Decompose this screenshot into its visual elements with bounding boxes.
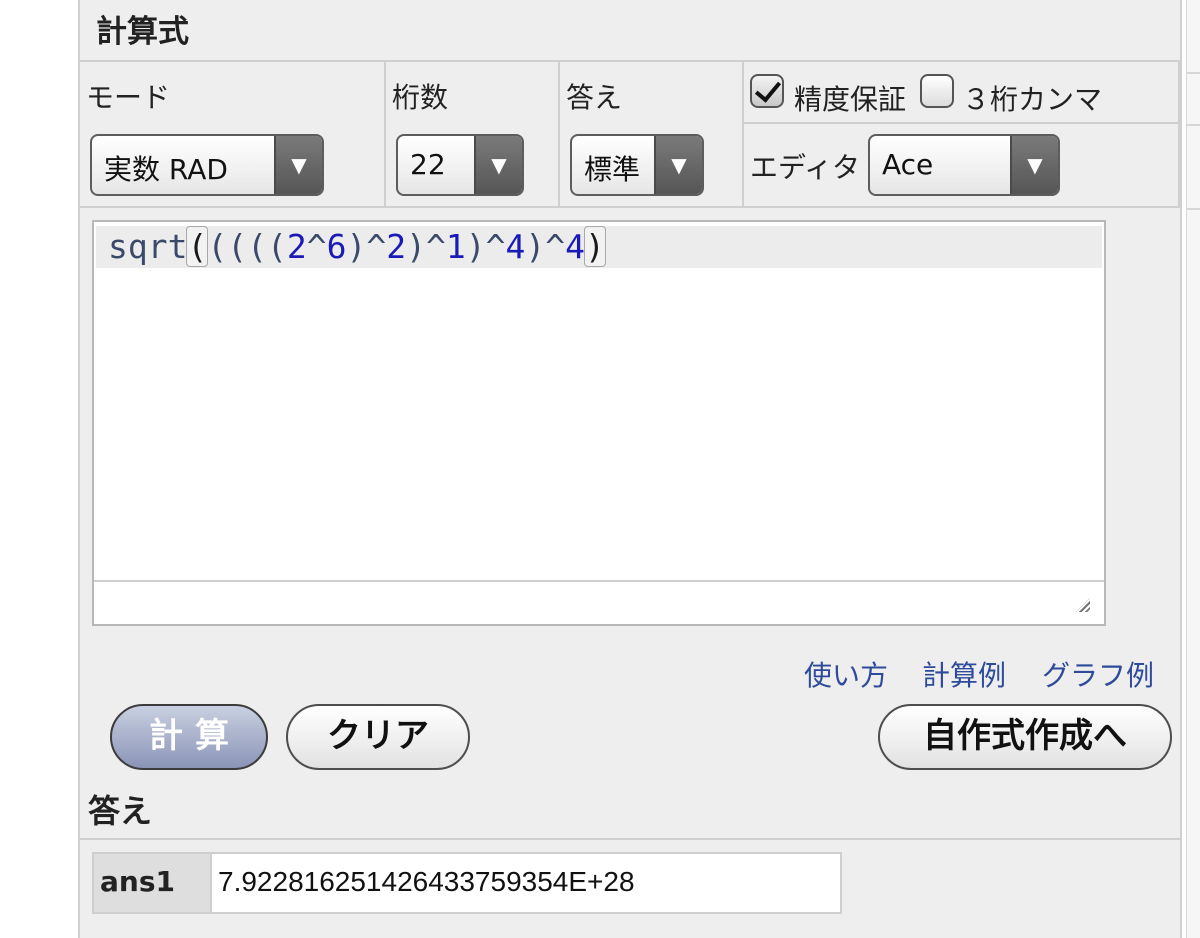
digits-cell: 桁数 22 ▼	[386, 62, 560, 208]
chevron-down-icon: ▼	[274, 136, 322, 194]
expression-token-num: 2	[286, 227, 307, 266]
resize-handle-icon[interactable]	[1076, 598, 1090, 612]
expression-token-op: ^	[306, 227, 327, 266]
calculator-panel: 計算式 モード 実数 RAD ▼ 桁数 22 ▼ 答え 標準 ▼ 精度保証 ３桁…	[78, 0, 1182, 938]
expression-token-op: )^	[465, 227, 506, 266]
mode-cell: モード 実数 RAD ▼	[80, 62, 386, 208]
chevron-down-icon: ▼	[474, 136, 522, 194]
expression-editor[interactable]: sqrt(((((2^6)^2)^1)^4)^4)	[92, 220, 1106, 626]
answer-divider	[80, 838, 1180, 840]
clear-button[interactable]: クリア	[286, 704, 470, 770]
calculate-button[interactable]: 計算	[110, 704, 268, 770]
custom-formula-button[interactable]: 自作式作成へ	[878, 704, 1172, 770]
editor-select-cell: エディタ Ace ▼	[744, 124, 1180, 208]
mode-label: モード	[86, 81, 171, 114]
digits-label: 桁数	[392, 81, 449, 114]
expression-token-bracket: )	[583, 226, 606, 267]
expression-token-num: 2	[386, 227, 407, 266]
expression-token-num: 6	[326, 227, 347, 266]
answer-title: 答え	[88, 792, 153, 830]
three-digit-comma-checkbox[interactable]	[920, 74, 954, 108]
editor-select-label: エディタ	[750, 151, 861, 184]
chevron-down-icon: ▼	[654, 136, 702, 194]
answer-format-select-value: 標準	[584, 153, 641, 186]
usage-link[interactable]: 使い方	[804, 654, 888, 694]
chevron-down-icon: ▼	[1010, 136, 1058, 194]
expression-code[interactable]: sqrt(((((2^6)^2)^1)^4)^4)	[108, 226, 606, 268]
expression-token-num: 1	[445, 227, 466, 266]
expression-token-op: )^	[346, 227, 387, 266]
mode-select-value: 実数 RAD	[104, 153, 228, 186]
expression-token-bracket: (	[186, 226, 209, 267]
digits-select-value: 22	[410, 148, 446, 181]
expression-token-op: ((((	[207, 227, 287, 266]
three-digit-comma-label: ３桁カンマ	[962, 83, 1103, 116]
answer-format-cell: 答え 標準 ▼	[560, 62, 744, 208]
answer-format-label: 答え	[566, 81, 623, 114]
answer-table: ans1 7.922816251426433759354E+28	[92, 852, 842, 914]
expression-token-fn: sqrt	[108, 227, 188, 266]
panel-title: 計算式	[96, 14, 189, 50]
precision-guarantee-checkbox[interactable]	[750, 74, 784, 108]
answer-key: ans1	[94, 854, 212, 912]
editor-footer-divider	[94, 580, 1104, 582]
precision-guarantee-label: 精度保証	[794, 83, 907, 116]
graph-examples-link[interactable]: グラフ例	[1042, 654, 1154, 694]
editor-select[interactable]: Ace ▼	[868, 134, 1060, 196]
expression-token-num: 4	[505, 227, 526, 266]
expression-token-num: 4	[565, 227, 585, 266]
digits-select[interactable]: 22 ▼	[396, 134, 524, 196]
answer-format-select[interactable]: 標準 ▼	[570, 134, 704, 196]
mode-select[interactable]: 実数 RAD ▼	[90, 134, 324, 196]
examples-link[interactable]: 計算例	[922, 654, 1006, 694]
expression-token-op: )^	[525, 227, 566, 266]
adjacent-panel-edge	[1186, 0, 1200, 938]
editor-select-value: Ace	[882, 148, 934, 181]
panel-header: 計算式	[80, 0, 1180, 62]
answer-value: 7.922816251426433759354E+28	[212, 854, 840, 912]
expression-token-op: )^	[406, 227, 446, 266]
options-cell: 精度保証 ３桁カンマ	[744, 62, 1180, 124]
